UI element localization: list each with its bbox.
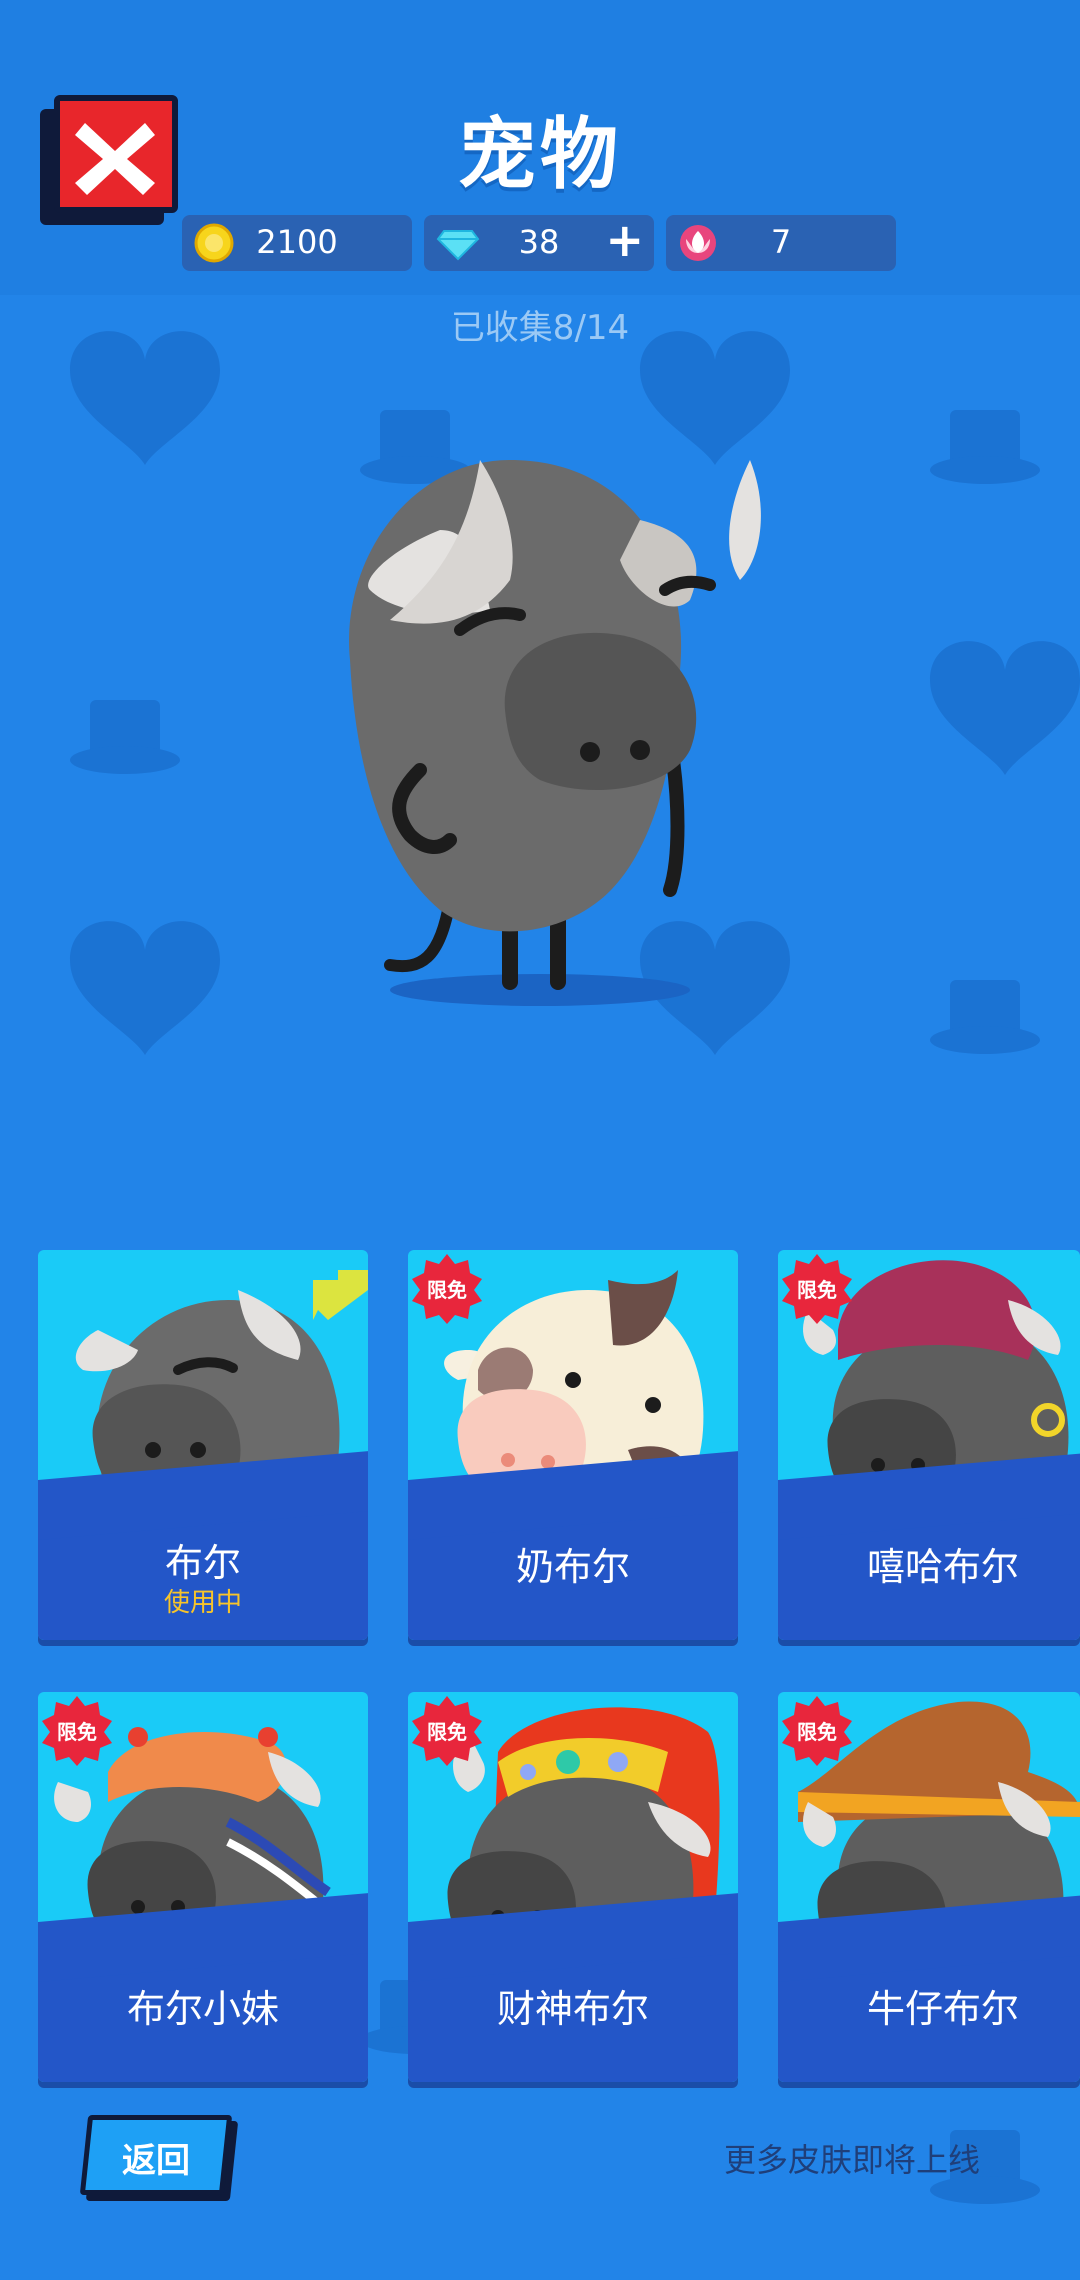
in-use-label: 使用中 <box>163 1588 242 1618</box>
close-x-icon <box>75 123 155 195</box>
lotus-counter: 7 <box>666 215 896 271</box>
pet-card-milk-bull[interactable]: 限免 奶布尔 <box>408 1250 738 1640</box>
free-badge: 限免 <box>780 1694 854 1772</box>
lotus-value: 7 <box>770 223 792 261</box>
free-badge: 限免 <box>410 1252 484 1330</box>
pet-card-bull[interactable]: 布尔 使用中 <box>38 1250 368 1640</box>
selected-pet-preview <box>349 460 761 1006</box>
free-badge-label: 限免 <box>427 1278 467 1302</box>
add-diamond-button[interactable]: + <box>605 213 644 267</box>
pet-name: 嘻哈布尔 <box>866 1545 1019 1589</box>
free-badge-label: 限免 <box>427 1720 467 1744</box>
pet-name: 财神布尔 <box>496 1987 649 2031</box>
back-button[interactable]: 返回 <box>79 2115 239 2201</box>
gold-value: 2100 <box>256 223 338 261</box>
free-badge-label: 限免 <box>797 1278 837 1302</box>
diamond-counter[interactable]: 38 + <box>424 213 654 271</box>
close-button[interactable] <box>40 95 180 225</box>
pet-name: 布尔 <box>164 1541 241 1585</box>
collected-count: 已收集8/14 <box>450 308 630 348</box>
back-button-label: 返回 <box>122 2141 190 2181</box>
pet-card-cowboy-bull[interactable]: 限免 牛仔布尔 <box>778 1692 1080 2082</box>
pet-card-bull-sister[interactable]: 限免 布尔小妹 <box>38 1692 368 2082</box>
pet-card-fortune-bull[interactable]: 限免 财神布尔 <box>408 1692 738 2082</box>
free-badge-label: 限免 <box>57 1720 97 1744</box>
free-badge-label: 限免 <box>797 1720 837 1744</box>
pet-card-hiphop-bull[interactable]: 限免 嘻哈布尔 <box>778 1250 1080 1640</box>
pet-name: 布尔小妹 <box>126 1987 279 2031</box>
free-badge: 限免 <box>780 1252 854 1330</box>
free-badge: 限免 <box>40 1694 114 1772</box>
more-skins-notice: 更多皮肤即将上线 <box>723 2141 980 2179</box>
pet-name: 牛仔布尔 <box>866 1987 1019 2031</box>
free-badge: 限免 <box>410 1694 484 1772</box>
gold-counter: 2100 <box>182 215 412 271</box>
pet-name: 奶布尔 <box>515 1545 630 1589</box>
